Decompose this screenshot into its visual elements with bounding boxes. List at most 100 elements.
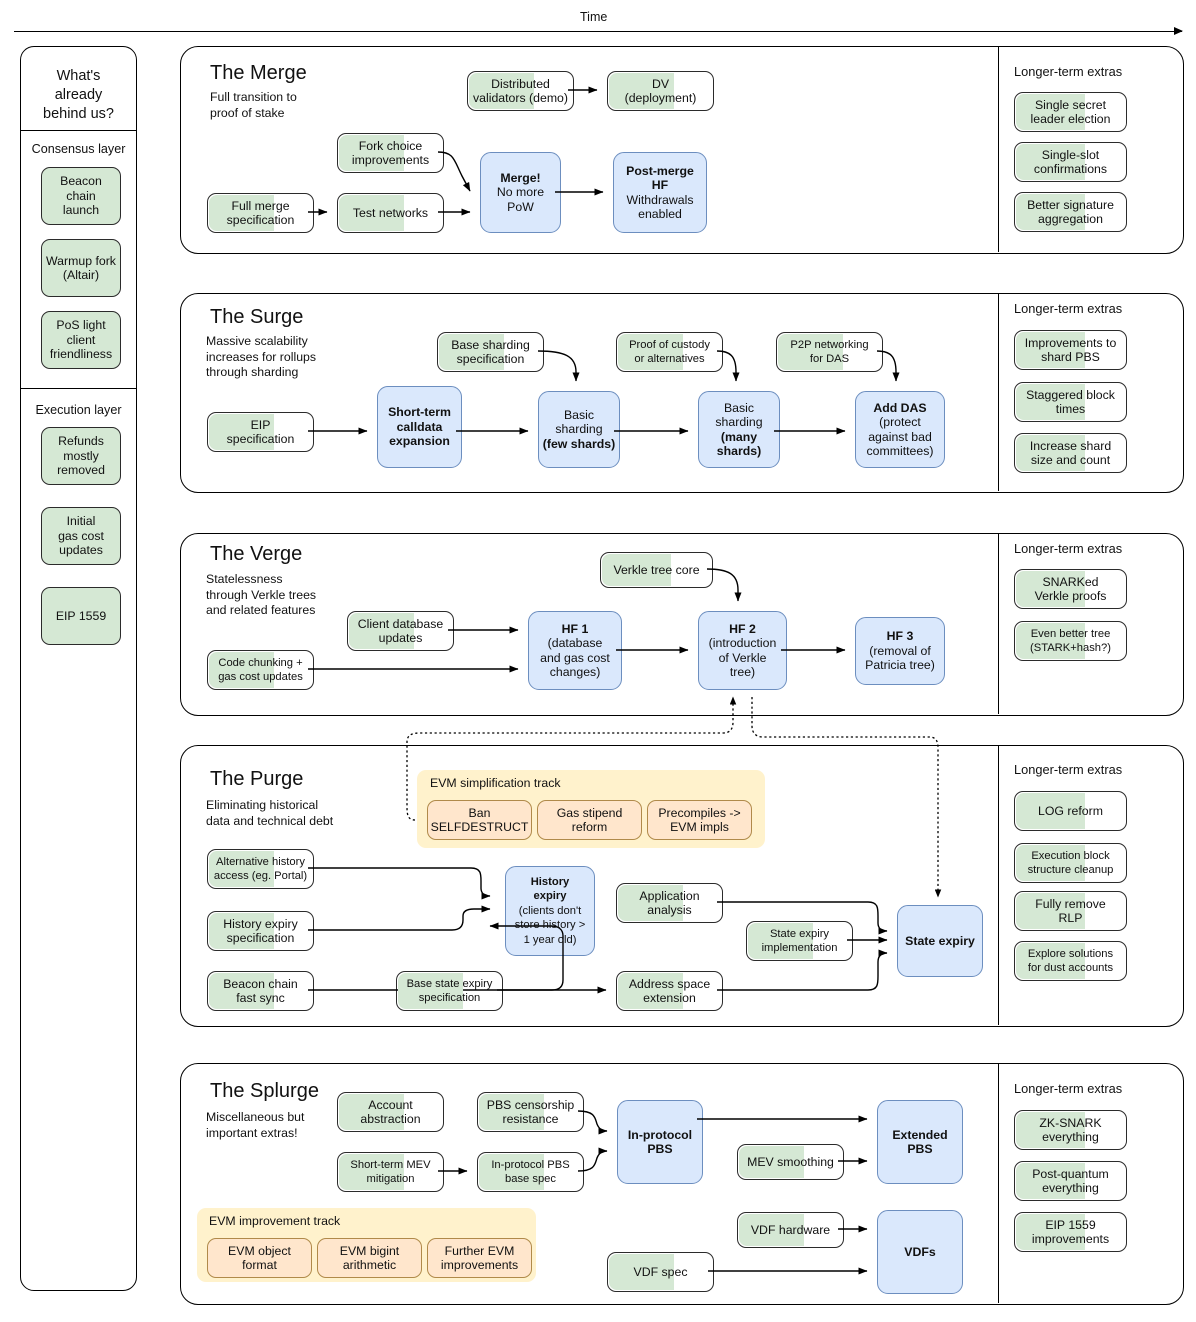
sidebar-item-eip-1559[interactable]: EIP 1559 (41, 587, 121, 645)
section-divider-merge (998, 46, 1000, 252)
extras-title-purge: Longer-term extras (1014, 762, 1123, 777)
section-title-verge: The Verge (210, 543, 303, 565)
node-client-database-updates[interactable]: Client database updates (347, 611, 454, 651)
sidebar-title: What's already behind us? (21, 67, 136, 124)
sidebar-group-label-execution: Execution layer (35, 403, 122, 417)
sidebar-item-refunds-removed[interactable]: Refunds mostly removed (41, 427, 121, 485)
extra-post-quantum-everything[interactable]: Post-quantum everything (1014, 1161, 1127, 1201)
node-hf1[interactable]: HF 1 (database and gas cost changes) (528, 611, 622, 690)
section-subtitle-splurge: Miscellaneous but important extras! (206, 1110, 305, 1140)
extra-execution-block-structure-cleanup[interactable]: Execution block structure cleanup (1014, 843, 1127, 883)
extra-better-signature-aggregation[interactable]: Better signature aggregation (1014, 192, 1127, 232)
track-item-gas-stipend-reform[interactable]: Gas stipend reform (537, 800, 642, 840)
track-title-evm-simplification: EVM simplification track (430, 776, 561, 790)
track-item-ban-selfdestruct[interactable]: Ban SELFDESTRUCT (427, 800, 532, 840)
sidebar-item-label: Beacon chain launch (60, 174, 102, 218)
node-post-merge-hf[interactable]: Post-merge HF Withdrawals enabled (613, 152, 707, 233)
extra-staggered-block-times[interactable]: Staggered block times (1014, 382, 1127, 422)
extra-improvements-shard-pbs[interactable]: Improvements to shard PBS (1014, 330, 1127, 370)
extra-single-secret-leader-election[interactable]: Single secret leader election (1014, 92, 1127, 132)
extra-snarked-verkle-proofs[interactable]: SNARKed Verkle proofs (1014, 569, 1127, 609)
section-title-purge: The Purge (210, 768, 304, 790)
node-vdf-hardware[interactable]: VDF hardware (737, 1212, 844, 1248)
extra-even-better-tree[interactable]: Even better tree (STARK+hash?) (1014, 621, 1127, 661)
node-hf3[interactable]: HF 3 (removal of Patricia tree) (855, 617, 945, 685)
node-basic-sharding-few-shards[interactable]: Basic sharding (few shards) (538, 391, 620, 468)
section-subtitle-surge: Massive scalability increases for rollup… (206, 334, 317, 379)
node-basic-sharding-many-shards[interactable]: Basic sharding (many shards) (698, 391, 780, 468)
node-alternative-history-access[interactable]: Alternative history access (eg. Portal) (207, 849, 314, 889)
track-item-further-evm-improvements[interactable]: Further EVM improvements (427, 1238, 532, 1278)
node-extended-pbs[interactable]: Extended PBS (877, 1100, 963, 1184)
section-subtitle-purge: Eliminating historical data and technica… (206, 798, 334, 828)
extra-explore-solutions-dust-accounts[interactable]: Explore solutions for dust accounts (1014, 941, 1127, 981)
node-vdfs[interactable]: VDFs (877, 1210, 963, 1294)
extra-fully-remove-rlp[interactable]: Fully remove RLP (1014, 891, 1127, 931)
track-item-evm-object-format[interactable]: EVM object format (207, 1238, 312, 1278)
node-hf2[interactable]: HF 2 (introduction of Verkle tree) (698, 611, 787, 690)
extras-title-splurge: Longer-term extras (1014, 1081, 1123, 1096)
node-history-expiry-specification[interactable]: History expiry specification (207, 911, 314, 951)
section-divider-verge (998, 533, 1000, 714)
node-fork-choice-improvements[interactable]: Fork choice improvements (337, 133, 444, 173)
node-in-protocol-pbs-base-spec[interactable]: In-protocol PBS base spec (477, 1152, 584, 1192)
sidebar-item-label: EIP 1559 (55, 608, 107, 623)
node-account-abstraction[interactable]: Account abstraction (337, 1092, 444, 1132)
sidebar-item-beacon-chain-launch[interactable]: Beacon chain launch (41, 167, 121, 225)
sidebar-panel: What's already behind us? Consensus laye… (20, 46, 137, 1291)
node-short-term-calldata-expansion[interactable]: Short-term calldata expansion (377, 386, 462, 468)
node-eip-specification[interactable]: EIP specification (207, 412, 314, 452)
node-short-term-mev-mitigation[interactable]: Short-term MEV mitigation (337, 1152, 444, 1192)
node-base-state-expiry-specification[interactable]: Base state expiry specification (396, 971, 503, 1011)
node-in-protocol-pbs[interactable]: In-protocol PBS (617, 1100, 703, 1184)
sidebar-item-label: Initial gas cost updates (58, 514, 104, 558)
section-title-surge: The Surge (210, 306, 304, 328)
time-axis-arrow (14, 27, 1183, 35)
extras-title-surge: Longer-term extras (1014, 301, 1123, 316)
node-state-expiry[interactable]: State expiry (897, 905, 983, 977)
extras-title-merge: Longer-term extras (1014, 64, 1123, 79)
sidebar-item-label: Refunds mostly removed (57, 434, 105, 478)
node-add-das[interactable]: Add DAS (protect against bad committees) (855, 391, 945, 468)
node-address-space-extension[interactable]: Address space extension (616, 971, 723, 1011)
section-title-merge: The Merge (210, 62, 307, 84)
node-p2p-networking-das[interactable]: P2P networking for DAS (776, 332, 883, 372)
section-subtitle-verge: Statelessness through Verkle trees and r… (206, 572, 317, 617)
node-application-analysis[interactable]: Application analysis (616, 883, 723, 923)
sidebar-divider-2 (21, 388, 136, 390)
sidebar-item-initial-gas-cost[interactable]: Initial gas cost updates (41, 507, 121, 565)
node-beacon-chain-fast-sync[interactable]: Beacon chain fast sync (207, 971, 314, 1011)
node-vdf-spec[interactable]: VDF spec (607, 1252, 714, 1292)
sidebar-item-warmup-fork[interactable]: Warmup fork (Altair) (41, 239, 121, 297)
extra-increase-shard-size[interactable]: Increase shard size and count (1014, 433, 1127, 473)
extra-eip-1559-improvements[interactable]: EIP 1559 improvements (1014, 1212, 1127, 1252)
node-merge[interactable]: Merge! No more PoW (480, 152, 561, 233)
node-test-networks[interactable]: Test networks (337, 193, 444, 233)
node-verkle-tree-core[interactable]: Verkle tree core (600, 552, 713, 588)
node-code-chunking[interactable]: Code chunking + gas cost updates (207, 650, 314, 690)
time-axis-label: Time (580, 10, 608, 24)
node-base-sharding-specification[interactable]: Base sharding specification (437, 332, 544, 372)
node-full-merge-specification[interactable]: Full merge specification (207, 193, 314, 233)
track-item-precompiles-evm[interactable]: Precompiles -> EVM impls (647, 800, 752, 840)
node-state-expiry-implementation[interactable]: State expiry implementation (746, 921, 853, 961)
sidebar-item-label: PoS light client friendliness (49, 318, 113, 362)
section-divider-surge (998, 293, 1000, 491)
section-divider-splurge (998, 1063, 1000, 1303)
node-mev-smoothing[interactable]: MEV smoothing (737, 1144, 844, 1180)
extra-single-slot-confirmations[interactable]: Single-slot confirmations (1014, 142, 1127, 182)
node-pbs-censorship-resistance[interactable]: PBS censorship resistance (477, 1092, 584, 1132)
node-dv-deployment[interactable]: DV (deployment) (607, 71, 714, 111)
roadmap-diagram: Time What's already behind us? Consensus… (0, 0, 1196, 1322)
extras-title-verge: Longer-term extras (1014, 541, 1123, 556)
extra-zk-snark-everything[interactable]: ZK-SNARK everything (1014, 1110, 1127, 1150)
node-proof-of-custody[interactable]: Proof of custody or alternatives (616, 332, 723, 372)
node-history-expiry[interactable]: History expiry (clients don't store history… (505, 866, 595, 956)
sidebar-divider-1 (21, 130, 136, 132)
track-title-evm-improvement: EVM improvement track (209, 1214, 341, 1228)
sidebar-title-line3: behind us? (43, 106, 114, 122)
extra-log-reform[interactable]: LOG reform (1014, 791, 1127, 831)
sidebar-item-pos-light-client[interactable]: PoS light client friendliness (41, 311, 121, 369)
node-distributed-validators[interactable]: Distributed validators (demo) (467, 71, 574, 111)
track-item-evm-bigint-arithmetic[interactable]: EVM bigint arithmetic (317, 1238, 422, 1278)
